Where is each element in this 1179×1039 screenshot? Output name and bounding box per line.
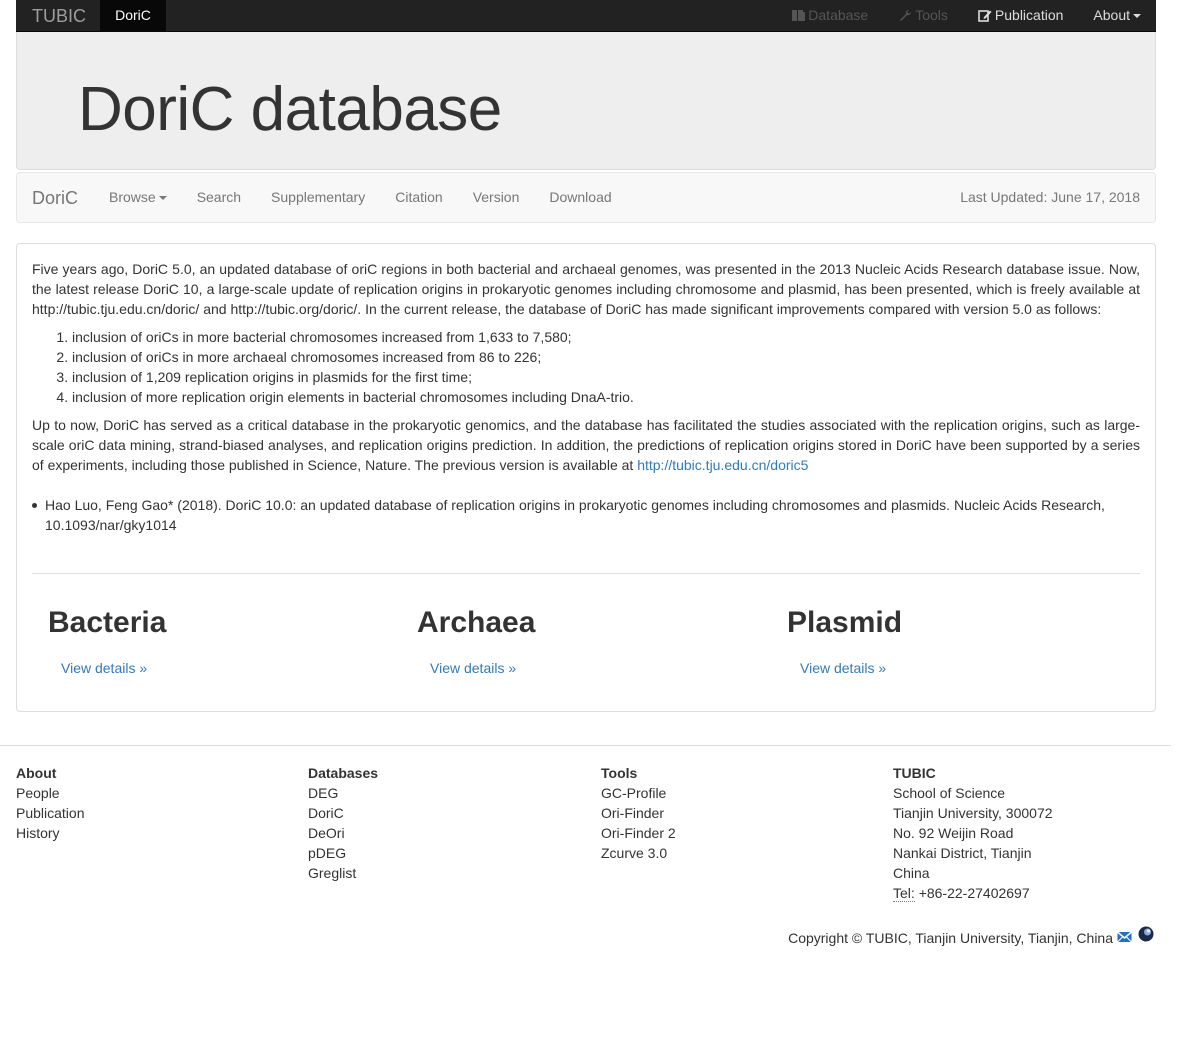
footer-link-doric[interactable]: DoriC bbox=[308, 803, 378, 823]
footer-link-ori-finder-2[interactable]: Ori-Finder 2 bbox=[601, 823, 676, 843]
list-item: inclusion of more replication origin ele… bbox=[72, 387, 1140, 407]
list-item: inclusion of oriCs in more bacterial chr… bbox=[72, 327, 1140, 347]
top-nav-links: Database Tools Publication About bbox=[776, 0, 1156, 31]
tel-label: Tel: bbox=[893, 885, 915, 902]
publication-menu[interactable]: Publication bbox=[963, 0, 1079, 31]
citation-item: Hao Luo, Feng Gao* (2018). DoriC 10.0: a… bbox=[32, 495, 1140, 535]
plasmid-section: Plasmid View details » bbox=[787, 606, 903, 676]
telephone-line: Tel: +86-22-27402697 bbox=[893, 883, 1053, 903]
plasmid-heading: Plasmid bbox=[787, 606, 903, 639]
nav-version[interactable]: Version bbox=[458, 173, 535, 222]
database-icon bbox=[792, 10, 806, 21]
doric-brand-link[interactable]: DoriC bbox=[32, 188, 78, 209]
footer-tubic-heading: TUBIC bbox=[893, 765, 936, 781]
bacteria-heading: Bacteria bbox=[48, 606, 167, 639]
top-navbar: TUBIC DoriC Database Tools Publication A bbox=[16, 0, 1156, 32]
tools-menu[interactable]: Tools bbox=[883, 0, 963, 31]
bullet-icon bbox=[32, 503, 37, 508]
footer-about-heading: About bbox=[16, 765, 57, 781]
secondary-navbar: DoriC Browse Search Supplementary Citati… bbox=[16, 172, 1156, 223]
bacteria-view-details-link[interactable]: View details » bbox=[61, 660, 147, 676]
footer-link-greglist[interactable]: Greglist bbox=[308, 863, 378, 883]
footer-link-people[interactable]: People bbox=[16, 783, 85, 803]
footer-tools-heading: Tools bbox=[601, 765, 638, 781]
summary-text: Up to now, DoriC has served as a critica… bbox=[32, 417, 1140, 473]
address-line: School of Science bbox=[893, 785, 1006, 801]
footer-link-gc-profile[interactable]: GC-Profile bbox=[601, 783, 676, 803]
divider bbox=[32, 573, 1140, 574]
doric-active-tab[interactable]: DoriC bbox=[100, 0, 166, 31]
bacteria-section: Bacteria View details » bbox=[48, 606, 167, 676]
database-menu-label: Database bbox=[808, 7, 869, 23]
citation-list: Hao Luo, Feng Gao* (2018). DoriC 10.0: a… bbox=[32, 495, 1140, 535]
footer-databases-column: Databases DEG DoriC DeOri pDEG Greglist bbox=[308, 763, 378, 883]
globe-icon[interactable] bbox=[1138, 926, 1154, 945]
nav-supplementary[interactable]: Supplementary bbox=[256, 173, 380, 222]
tubic-brand-link[interactable]: TUBIC bbox=[32, 6, 86, 27]
footer-databases-heading: Databases bbox=[308, 765, 379, 781]
nav-search[interactable]: Search bbox=[182, 173, 256, 222]
tools-menu-label: Tools bbox=[915, 7, 948, 23]
about-menu[interactable]: About bbox=[1078, 0, 1156, 31]
wrench-icon bbox=[900, 9, 912, 21]
footer-link-deg[interactable]: DEG bbox=[308, 783, 378, 803]
caret-down-icon bbox=[158, 196, 167, 201]
main-panel: Five years ago, DoriC 5.0, an updated da… bbox=[16, 243, 1156, 712]
archaea-section: Archaea View details » bbox=[417, 606, 536, 676]
footer-link-deori[interactable]: DeOri bbox=[308, 823, 378, 843]
plasmid-view-details-link[interactable]: View details » bbox=[800, 660, 886, 676]
page-title: DoriC database bbox=[78, 75, 502, 144]
nav-browse[interactable]: Browse bbox=[94, 173, 182, 222]
panel-body: Five years ago, DoriC 5.0, an updated da… bbox=[32, 259, 1140, 535]
jumbotron: DoriC database bbox=[16, 32, 1156, 170]
nav-citation[interactable]: Citation bbox=[380, 173, 457, 222]
footer-link-publication[interactable]: Publication bbox=[16, 803, 85, 823]
about-menu-label: About bbox=[1093, 7, 1130, 23]
nav-download[interactable]: Download bbox=[534, 173, 626, 222]
database-menu[interactable]: Database bbox=[776, 0, 883, 31]
caret-down-icon bbox=[1133, 13, 1141, 18]
copyright-row: Copyright © TUBIC, Tianjin University, T… bbox=[788, 926, 1154, 948]
address-line: No. 92 Weijin Road bbox=[893, 825, 1014, 841]
copyright-text: Copyright © TUBIC, Tianjin University, T… bbox=[788, 930, 1113, 946]
email-icon[interactable] bbox=[1117, 930, 1132, 946]
footer-link-pdeg[interactable]: pDEG bbox=[308, 843, 378, 863]
list-item: inclusion of oriCs in more archaeal chro… bbox=[72, 347, 1140, 367]
archaea-heading: Archaea bbox=[417, 606, 536, 639]
tel-number: +86-22-27402697 bbox=[918, 885, 1030, 901]
citation-text: Hao Luo, Feng Gao* (2018). DoriC 10.0: a… bbox=[45, 497, 1105, 533]
address-line: Tianjin University, 300072 bbox=[893, 805, 1053, 821]
last-updated-text: Last Updated: June 17, 2018 bbox=[960, 189, 1140, 205]
footer-link-zcurve[interactable]: Zcurve 3.0 bbox=[601, 843, 676, 863]
footer-tubic-column: TUBIC School of Science Tianjin Universi… bbox=[893, 763, 1053, 903]
address-line: China bbox=[893, 865, 930, 881]
list-item: inclusion of 1,209 replication origins i… bbox=[72, 367, 1140, 387]
edit-icon bbox=[978, 10, 992, 22]
footer-link-ori-finder[interactable]: Ori-Finder bbox=[601, 803, 676, 823]
archaea-view-details-link[interactable]: View details » bbox=[430, 660, 516, 676]
nav-browse-label: Browse bbox=[109, 189, 156, 205]
summary-paragraph: Up to now, DoriC has served as a critica… bbox=[32, 415, 1140, 475]
footer-about-column: About People Publication History bbox=[16, 763, 85, 843]
intro-paragraph: Five years ago, DoriC 5.0, an updated da… bbox=[32, 261, 1140, 317]
previous-version-link[interactable]: http://tubic.tju.edu.cn/doric5 bbox=[637, 457, 808, 473]
publication-menu-label: Publication bbox=[994, 7, 1064, 23]
footer-tools-column: Tools GC-Profile Ori-Finder Ori-Finder 2… bbox=[601, 763, 676, 863]
sections-row: Bacteria View details » Archaea View det… bbox=[32, 606, 1140, 676]
improvements-list: inclusion of oriCs in more bacterial chr… bbox=[32, 327, 1140, 407]
footer-divider bbox=[0, 745, 1171, 746]
address-line: Nankai District, Tianjin bbox=[893, 845, 1032, 861]
footer-link-history[interactable]: History bbox=[16, 823, 85, 843]
secondary-nav-links: Browse Search Supplementary Citation Ver… bbox=[94, 173, 627, 222]
